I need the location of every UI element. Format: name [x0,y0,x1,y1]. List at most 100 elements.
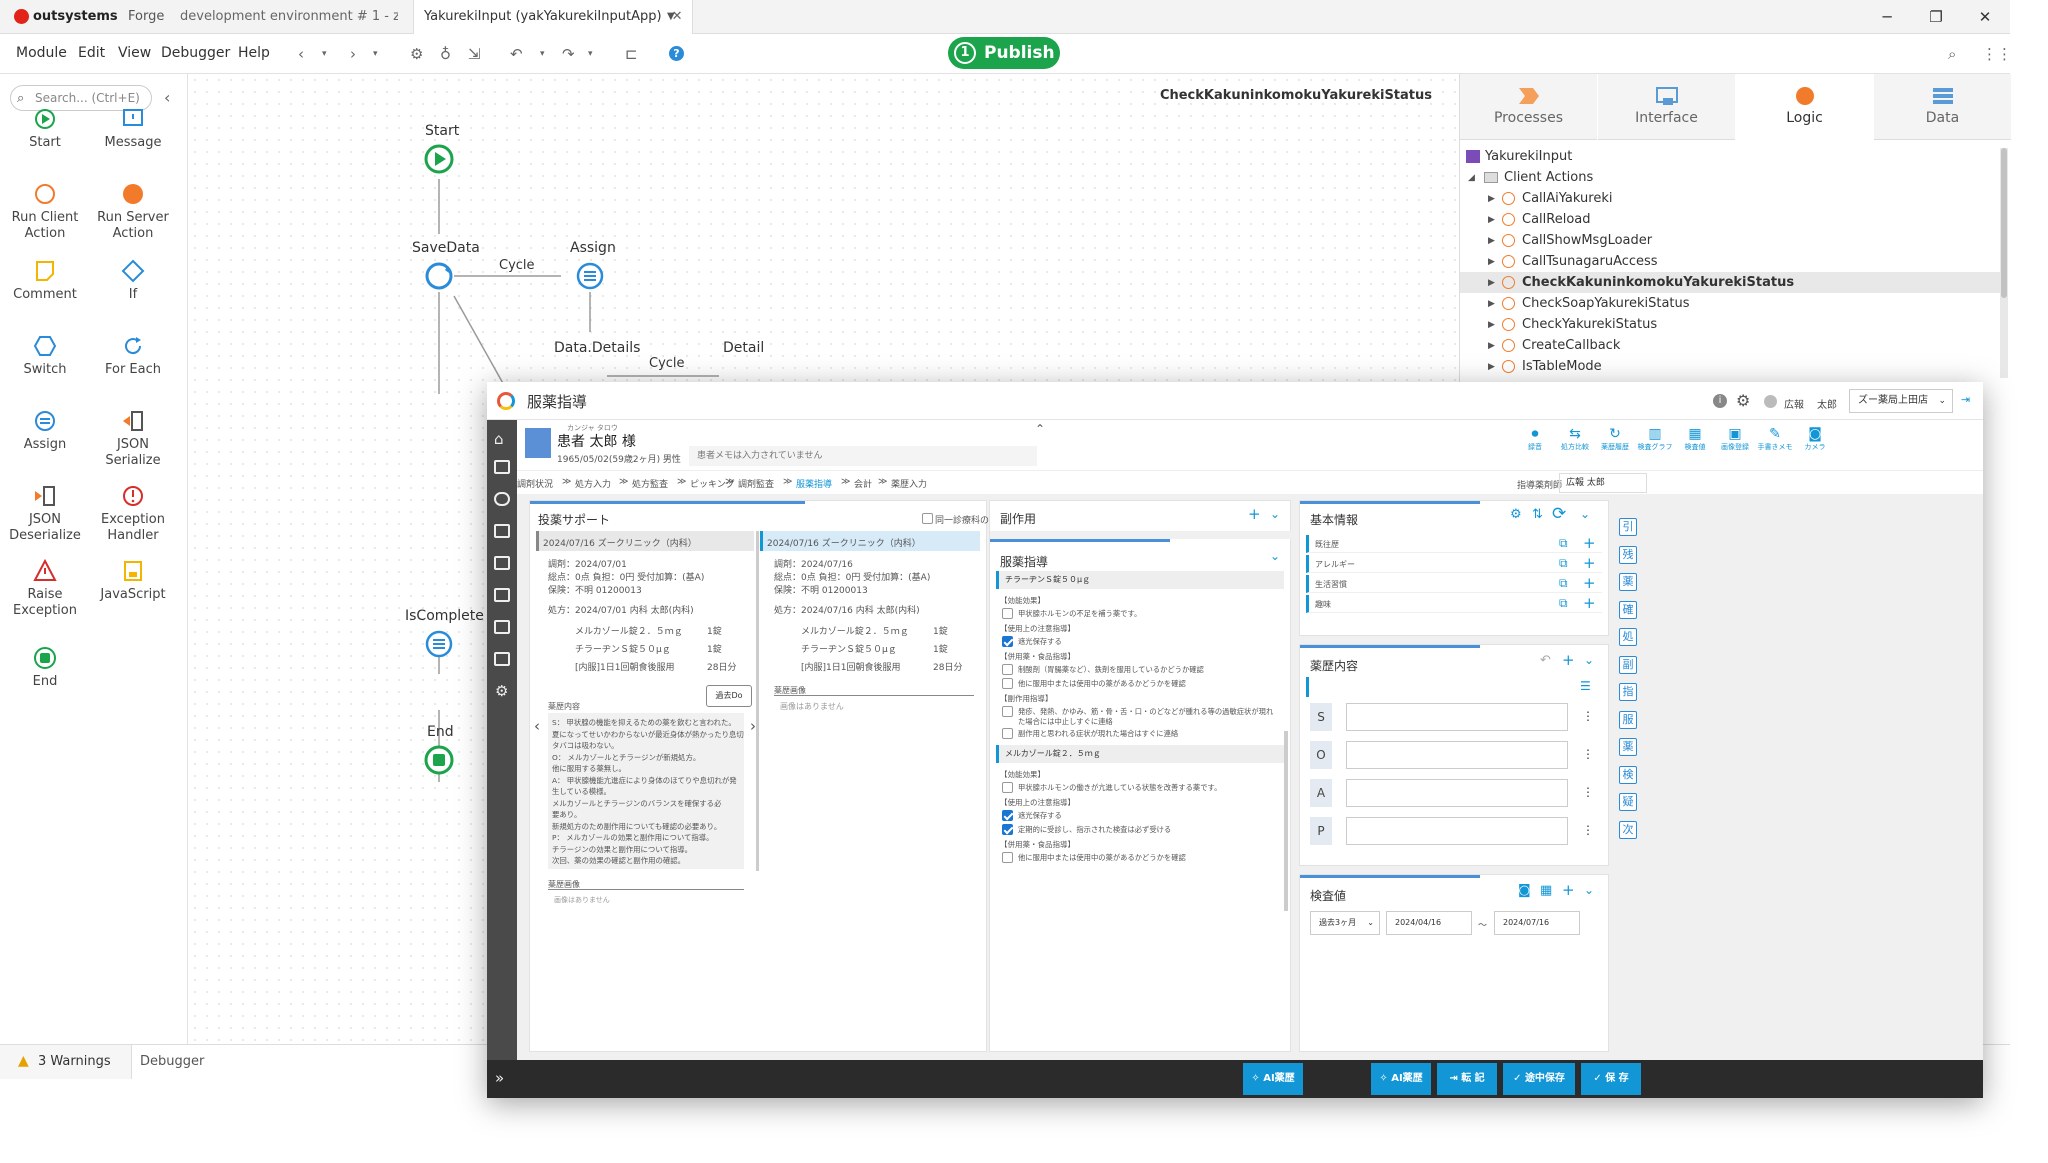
warnings-tab[interactable]: ▲ 3 Warnings [0,1045,132,1079]
tool-raise-exception[interactable]: Raise Exception [0,559,90,619]
tool-run-client-action[interactable]: Run Client Action [0,182,90,242]
tool-end[interactable]: End [0,646,90,690]
ai-history-button-1[interactable]: ✧ AI薬歴 [1243,1063,1303,1095]
past-do-button[interactable]: 過去Do [706,685,752,707]
debugger-tab[interactable]: Debugger [140,1054,204,1069]
flow-savedata-node[interactable] [423,260,455,292]
menu-edit[interactable]: Edit [78,45,105,61]
soap-input-s[interactable] [1346,703,1568,731]
settings-gear-icon[interactable]: ⚙ [1736,391,1750,410]
guidance-checkbox[interactable] [1002,636,1013,647]
menu-module[interactable]: Module [16,45,67,61]
quick-nav-button[interactable]: 指 [1619,683,1637,701]
patient-memo-field[interactable]: 患者メモは入力されていません [689,446,1037,466]
quick-nav-button[interactable]: 引 [1619,518,1637,536]
expand-arrow-icon[interactable]: ▶ [1488,315,1495,336]
drug-guidance-header[interactable]: チラーヂンＳ錠５０μｇ [996,571,1284,589]
add-history-icon[interactable]: + [1562,651,1575,669]
quick-nav-button[interactable]: 検 [1619,765,1637,784]
tree-action-item[interactable]: ▶ CallAiYakureki [1460,188,2000,209]
breadcrumb-step[interactable]: 調剤監査 [738,477,774,490]
tree-client-actions-folder[interactable]: ◢ Client Actions [1460,167,2000,188]
guidance-checkbox[interactable] [1002,728,1013,739]
toolbar-button[interactable]: ⇆ 処方比較 [1557,426,1593,452]
breadcrumb-step[interactable]: 会計 [854,477,872,490]
more-options-icon[interactable]: ⋮ [1582,823,1594,837]
edit-icon[interactable]: ⧉ [1559,576,1568,591]
chevron-down-icon[interactable]: ⌄ [1584,883,1594,897]
add-lab-icon[interactable]: + [1562,881,1575,899]
logout-icon[interactable]: ⇥ [1961,393,1970,406]
guidance-scrollbar[interactable] [1284,731,1288,911]
edit-icon[interactable]: ⧉ [1559,596,1568,611]
ai-history-button-2[interactable]: ✧ AI薬歴 [1371,1063,1431,1095]
guidance-checkbox[interactable] [1002,706,1013,717]
step-icon[interactable]: ⇲ [468,45,481,63]
basic-info-row[interactable]: アレルギー ⧉ + [1306,554,1602,573]
breadcrumb-step[interactable]: 服薬指導 [796,477,832,490]
sidebar-patient-icon[interactable] [494,492,510,506]
camera-icon[interactable]: ◙ [1518,883,1531,898]
table-icon[interactable]: ▦ [1540,883,1552,898]
soap-input-o[interactable] [1346,741,1568,769]
chevron-down-icon[interactable]: ⌄ [1270,549,1280,563]
tool-assign[interactable]: Assign [0,409,90,453]
more-options-icon[interactable]: ⋮ [1582,747,1594,761]
tab-logic[interactable]: Logic [1736,74,1873,140]
help-icon[interactable]: ? [669,46,684,61]
guidance-checkbox[interactable] [1002,678,1013,689]
tree-action-item[interactable]: ▶ IsTableMode [1460,356,2000,377]
flow-iscomplete-node[interactable] [423,628,455,660]
pharmacist-field[interactable]: 広報 太郎 [1559,473,1647,493]
add-side-effect-icon[interactable]: + [1248,505,1261,523]
forward-icon[interactable]: › [350,45,356,63]
tree-action-item[interactable]: ▶ CallShowMsgLoader [1460,230,2000,251]
tool-exception-handler[interactable]: Exception Handler [88,484,178,544]
restore-icon[interactable]: ❐ [1923,4,1949,30]
list-add-icon[interactable]: ☰ [1580,679,1591,693]
breadcrumb-step[interactable]: 調剤状況 [517,477,553,490]
home-icon[interactable]: ⌂ [494,430,504,448]
tab-dev-environment[interactable]: development environment # 1 - zoozoo [180,0,398,34]
tool-for-each[interactable]: For Each [88,334,178,378]
menu-help[interactable]: Help [238,45,270,61]
tool-start[interactable]: Start [0,107,90,151]
quick-nav-button[interactable]: 残 [1619,545,1637,564]
tool-json-deserialize[interactable]: JSON Deserialize [0,484,90,544]
tab-data[interactable]: Data [1874,74,2011,140]
soap-input-p[interactable] [1346,817,1568,845]
sidebar-doc-icon[interactable] [494,588,510,602]
toolbar-button[interactable]: ⏺ 録音 [1517,426,1553,452]
toolbar-button[interactable]: ▣ 画像登録 [1717,426,1753,452]
tool-javascript[interactable]: JavaScript [88,559,178,603]
quick-nav-button[interactable]: 疑 [1619,793,1637,811]
chevron-down-icon[interactable]: ⌄ [1584,653,1594,667]
tree-action-item[interactable]: ▶ CheckYakurekiStatus [1460,314,2000,335]
quick-nav-button[interactable]: 服 [1619,710,1637,729]
sidebar-settings-icon[interactable]: ⚙ [495,682,508,700]
undo-dropdown-icon[interactable]: ▾ [540,49,545,59]
flow-assign-node[interactable] [574,260,606,292]
tool-comment[interactable]: Comment [0,259,90,303]
redo-icon[interactable]: ↷ [562,45,575,63]
tab-active-module[interactable]: YakurekiInput (yakYakurekiInputApp) ✕ [413,0,694,34]
toolbar-button[interactable]: ✎ 手書きメモ [1757,426,1793,452]
tree-action-item[interactable]: ▶ CallReload [1460,209,2000,230]
tool-json-serialize[interactable]: JSON Serialize [88,409,178,469]
history-template-bar[interactable] [1306,677,1602,697]
quick-nav-button[interactable]: 次 [1619,820,1637,839]
tree-root[interactable]: YakurekiInput [1460,146,2000,167]
sidebar-save-icon[interactable] [494,524,510,538]
quick-nav-button[interactable]: 副 [1619,655,1637,674]
redo-dropdown-icon[interactable]: ▾ [588,49,593,59]
apps-grid-icon[interactable]: ⋮⋮ [1982,45,2012,63]
add-icon[interactable]: + [1583,574,1596,592]
sidebar-copy-icon[interactable] [494,620,510,634]
more-options-icon[interactable]: ⋮ [1582,709,1594,723]
search-icon[interactable]: ⌕ [1948,45,1956,63]
basic-info-settings-icon[interactable]: ⚙ [1510,507,1522,522]
add-icon[interactable]: + [1583,594,1596,612]
history-card-left-header[interactable]: 2024/07/16 ズークリニック（内科） [536,531,754,551]
save-button[interactable]: ✓ 保 存 [1581,1063,1641,1095]
tab-processes[interactable]: Processes [1460,74,1597,140]
